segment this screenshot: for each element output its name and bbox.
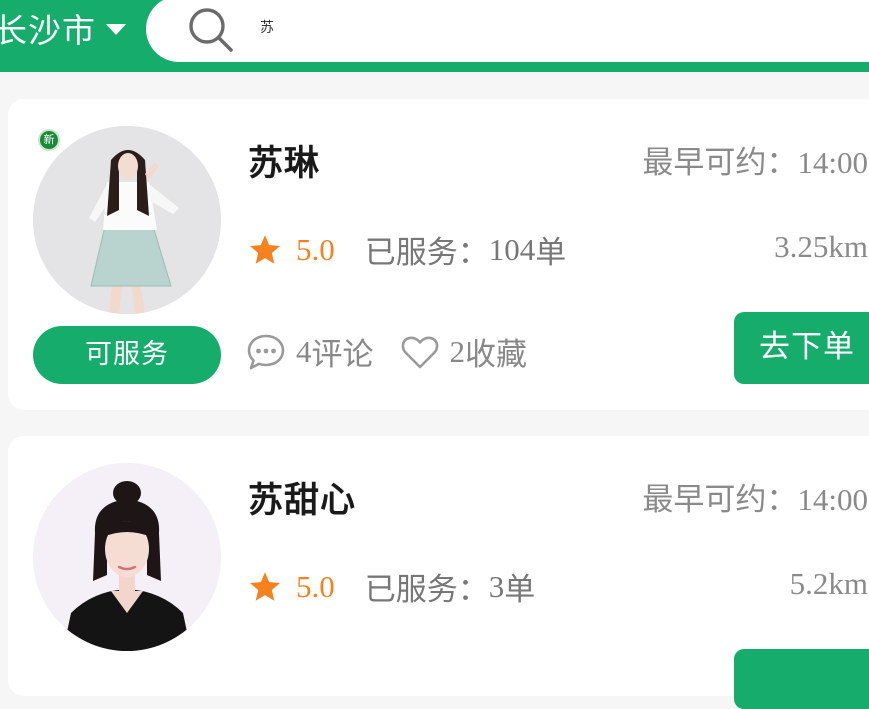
- rating-value: 5.0: [296, 231, 335, 267]
- earliest-available: 最早可约：14:00: [642, 137, 868, 182]
- served-label: 已服务：: [364, 572, 489, 608]
- avatar-photo: [33, 126, 221, 314]
- city-selector[interactable]: 长沙市: [0, 6, 126, 50]
- heart-icon: [401, 336, 438, 368]
- served-unit: 单: [535, 235, 567, 271]
- rating-value: 5.0: [296, 568, 335, 604]
- search-icon[interactable]: [186, 2, 236, 54]
- served-count: 3: [488, 568, 505, 604]
- star-icon: [249, 234, 281, 264]
- served-count: 104: [488, 231, 536, 267]
- status-button[interactable]: 可服务: [33, 326, 221, 384]
- earliest-label: 最早可约：: [642, 482, 798, 518]
- meta-row: 4 评论 2 收藏: [246, 329, 527, 374]
- distance: 3.25km: [774, 229, 868, 264]
- caret-down-icon: [106, 23, 126, 35]
- earliest-label: 最早可约：: [642, 145, 798, 181]
- new-badge-icon: 新: [38, 129, 60, 151]
- provider-avatar[interactable]: [33, 463, 221, 651]
- served-label: 已服务：: [364, 235, 489, 271]
- top-bar: 长沙市: [0, 0, 869, 72]
- earliest-available: 最早可约：14:00: [642, 474, 868, 519]
- distance: 5.2km: [789, 566, 868, 601]
- comment-icon: [247, 334, 285, 369]
- place-order-button[interactable]: 去下单: [734, 312, 869, 384]
- provider-avatar[interactable]: [33, 126, 221, 314]
- favorites-count: 2: [449, 333, 466, 369]
- earliest-time: 14:00: [797, 145, 868, 180]
- avatar-photo: [33, 463, 221, 651]
- earliest-time: 14:00: [797, 482, 868, 517]
- comments-label: 评论: [311, 337, 374, 373]
- served-unit: 单: [504, 572, 536, 608]
- city-label: 长沙市: [0, 11, 96, 50]
- place-order-button[interactable]: [734, 649, 869, 709]
- rating-row: 5.0 已服务： 104 单: [248, 227, 566, 272]
- comments-link[interactable]: 4 评论: [246, 329, 374, 374]
- provider-card[interactable]: 苏甜心 最早可约：14:00 5.0 已服务： 3 单 5.2km: [8, 436, 869, 709]
- provider-name: 苏琳: [248, 144, 321, 184]
- search-bar[interactable]: [146, 0, 869, 62]
- favorites-link[interactable]: 2 收藏: [400, 329, 527, 374]
- star-icon: [249, 571, 281, 601]
- provider-card[interactable]: 新 苏琳 最早可约：14:00 5.0 已服务： 104 单 3.25km 可服务 …: [8, 99, 869, 410]
- comments-count: 4: [296, 333, 312, 369]
- favorites-label: 收藏: [465, 337, 527, 373]
- provider-name: 苏甜心: [248, 481, 357, 521]
- rating-row: 5.0 已服务： 3 单: [248, 564, 535, 609]
- search-input[interactable]: [258, 10, 762, 44]
